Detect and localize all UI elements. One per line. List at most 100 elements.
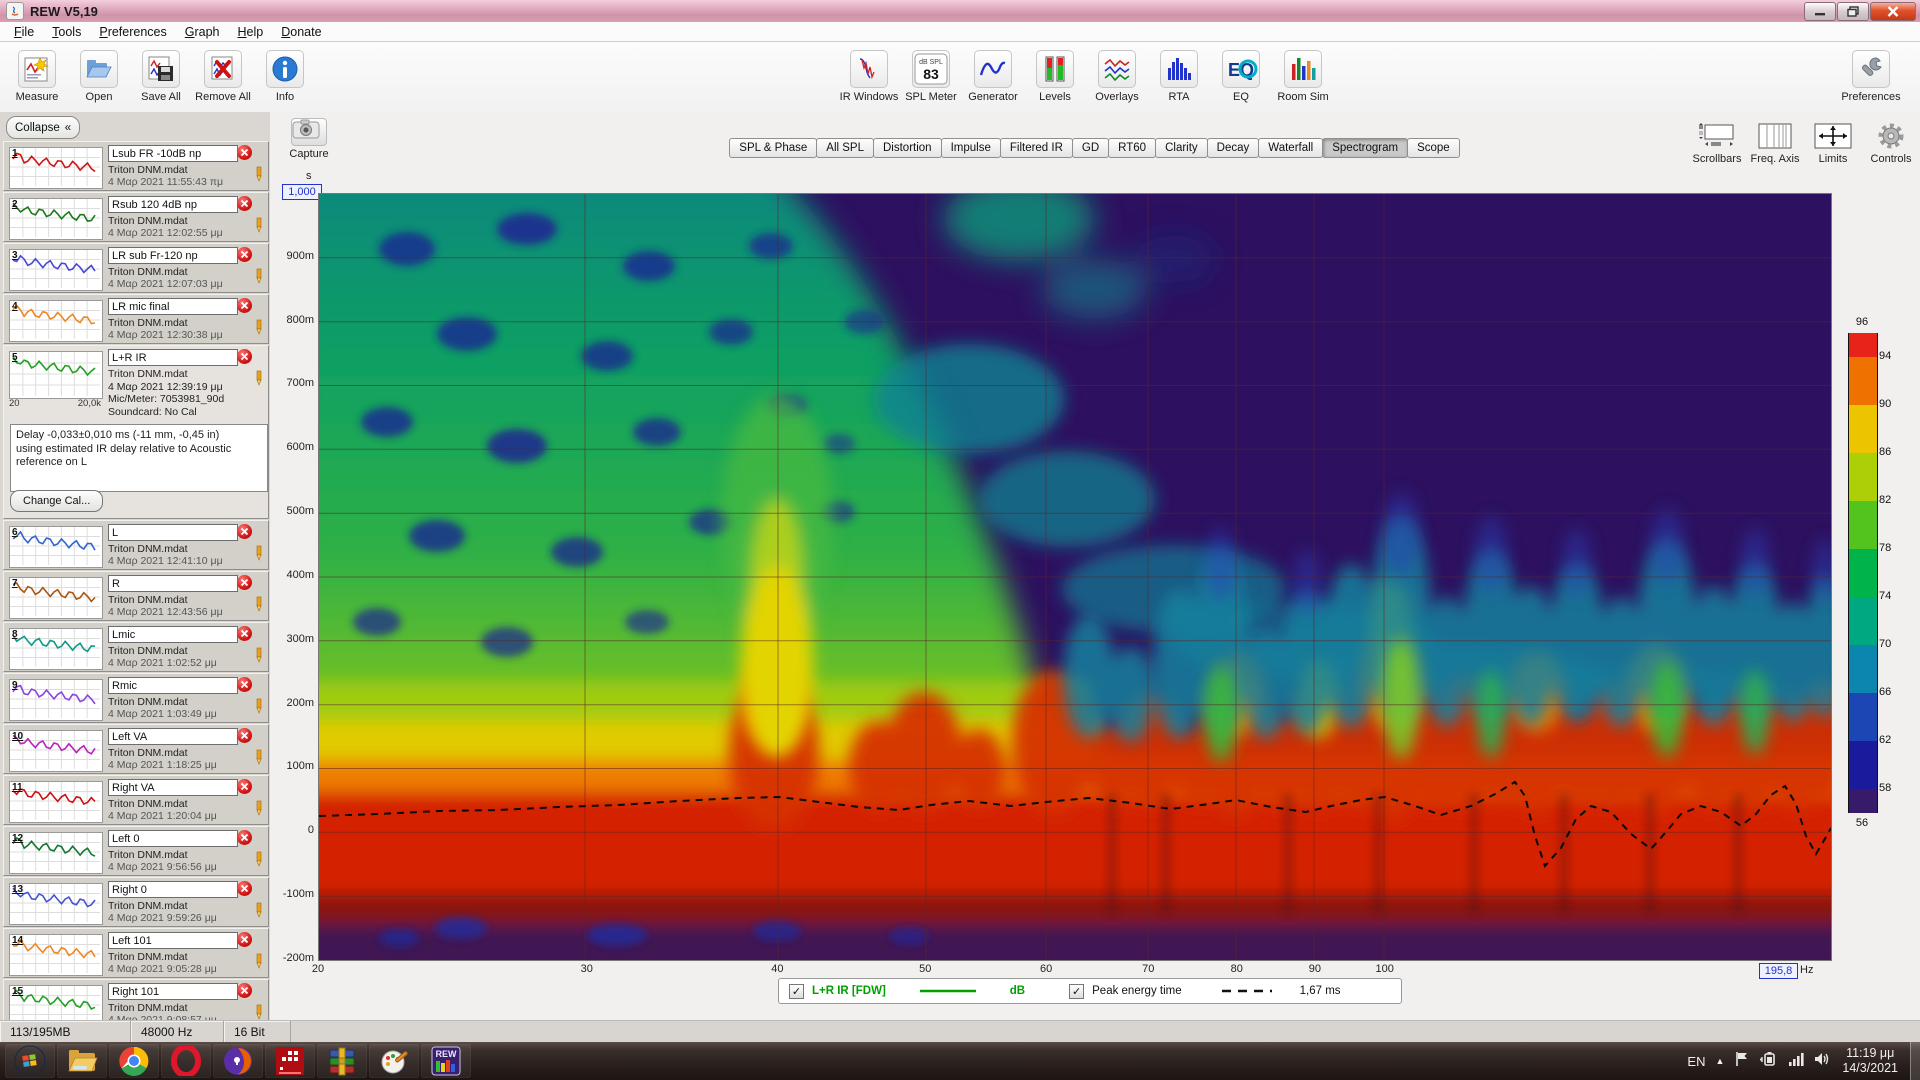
power-icon[interactable] [1760, 1051, 1778, 1071]
tab-spectrogram[interactable]: Spectrogram [1322, 138, 1409, 158]
measurement-thumbnail[interactable]: 3 [9, 249, 103, 291]
toolbar-button-generator[interactable]: Generator [962, 46, 1024, 103]
toolbar-button-preferences[interactable]: Preferences [1840, 46, 1902, 103]
tab-all-spl[interactable]: All SPL [816, 138, 874, 158]
tab-gd[interactable]: GD [1071, 138, 1110, 158]
toolbar-button-open[interactable]: Open [68, 46, 130, 103]
cal-pen-icon[interactable] [254, 800, 264, 821]
tab-spl-phase[interactable]: SPL & Phase [729, 138, 818, 158]
toolbar-button-measure[interactable]: Measure [6, 46, 68, 103]
tray-expand-icon[interactable]: ▲ [1715, 1056, 1724, 1066]
network-signal-icon[interactable] [1788, 1052, 1804, 1071]
measurement-close-button[interactable] [237, 779, 252, 794]
taskbar-app-firefox[interactable] [213, 1044, 263, 1078]
tab-filtered-ir[interactable]: Filtered IR [999, 138, 1073, 158]
measurement-close-button[interactable] [237, 524, 252, 539]
cal-pen-icon[interactable] [254, 370, 264, 391]
cal-pen-icon[interactable] [254, 749, 264, 770]
measurement-close-button[interactable] [237, 626, 252, 641]
measurement-close-button[interactable] [237, 932, 252, 947]
measurement-name-input[interactable]: Right 101 [108, 983, 238, 1000]
measurement-thumbnail[interactable]: 9 [9, 679, 103, 721]
measurement-thumbnail[interactable]: 8 [9, 628, 103, 670]
measurement-thumbnail[interactable]: 4 [9, 300, 103, 342]
series1-checkbox[interactable]: ✓ [789, 983, 804, 999]
close-button[interactable] [1870, 2, 1916, 21]
measurement-close-button[interactable] [237, 830, 252, 845]
measurement-thumbnail[interactable]: 14 [9, 934, 103, 976]
measurement-row-5[interactable]: 5 L+R IR 20 20,0k Triton DNM.mdat 4 Μαρ 2021 … [3, 345, 269, 519]
toolbar-button-overlays[interactable]: Overlays [1086, 46, 1148, 103]
measurement-row-11[interactable]: 11 Right VA Triton DNM.mdat 4 Μαρ 2021 1:20… [3, 775, 269, 825]
cal-pen-icon[interactable] [254, 851, 264, 872]
measurement-thumbnail[interactable]: 1 [9, 147, 103, 189]
measurement-close-button[interactable] [237, 145, 252, 160]
graph-control-scrollbars[interactable]: Scrollbars [1688, 122, 1746, 165]
x-axis-max-box[interactable]: 195,8 [1759, 963, 1798, 979]
toolbar-button-ir-windows[interactable]: IR Windows [838, 46, 900, 103]
menu-item-preferences[interactable]: Preferences [91, 24, 174, 40]
toolbar-button-spl-meter[interactable]: dB SPL 83 SPL Meter [900, 46, 962, 103]
cal-pen-icon[interactable] [254, 217, 264, 238]
volume-icon[interactable] [1814, 1052, 1832, 1071]
tab-waterfall[interactable]: Waterfall [1258, 138, 1324, 158]
measurement-row-4[interactable]: 4 LR mic final Triton DNM.mdat 4 Μαρ 2021 1… [3, 294, 269, 344]
toolbar-button-rta[interactable]: RTA [1148, 46, 1210, 103]
taskbar-app-chrome[interactable] [109, 1044, 159, 1078]
measurement-close-button[interactable] [237, 881, 252, 896]
measurement-notes[interactable]: Delay -0,033±0,010 ms (-11 mm, -0,45 in)… [10, 424, 268, 492]
measurement-close-button[interactable] [237, 196, 252, 211]
measurement-thumbnail[interactable]: 7 [9, 577, 103, 619]
measurement-thumbnail[interactable]: 12 [9, 832, 103, 874]
menu-item-file[interactable]: File [6, 24, 42, 40]
measurement-row-3[interactable]: 3 LR sub Fr-120 np Triton DNM.mdat 4 Μαρ 20… [3, 243, 269, 293]
measurement-thumbnail[interactable]: 6 [9, 526, 103, 568]
measurement-thumbnail[interactable]: 13 [9, 883, 103, 925]
cal-pen-icon[interactable] [254, 166, 264, 187]
measurement-row-1[interactable]: 1 Lsub FR -10dB np Triton DNM.mdat 4 Μαρ 20… [3, 141, 269, 191]
measurement-row-7[interactable]: 7 R Triton DNM.mdat 4 Μαρ 2021 12:43:56 μμ [3, 571, 269, 621]
tab-scope[interactable]: Scope [1407, 138, 1460, 158]
measurement-row-14[interactable]: 14 Left 101 Triton DNM.mdat 4 Μαρ 2021 9:05… [3, 928, 269, 978]
tab-rt60[interactable]: RT60 [1108, 138, 1157, 158]
taskbar-app-rew[interactable]: REW [421, 1044, 471, 1078]
measurement-close-button[interactable] [237, 728, 252, 743]
measurement-thumbnail[interactable]: 10 [9, 730, 103, 772]
measurement-row-8[interactable]: 8 Lmic Triton DNM.mdat 4 Μαρ 2021 1:02:52 μ… [3, 622, 269, 672]
measurement-name-input[interactable]: Lmic [108, 626, 238, 643]
measurement-name-input[interactable]: Lsub FR -10dB np [108, 145, 238, 162]
measurement-close-button[interactable] [237, 983, 252, 998]
menu-item-help[interactable]: Help [230, 24, 272, 40]
cal-pen-icon[interactable] [254, 268, 264, 289]
tab-clarity[interactable]: Clarity [1155, 138, 1208, 158]
taskbar-app-opera[interactable] [161, 1044, 211, 1078]
measurement-close-button[interactable] [237, 677, 252, 692]
toolbar-button-room-sim[interactable]: Room Sim [1272, 46, 1334, 103]
measurement-name-input[interactable]: Left VA [108, 728, 238, 745]
measurement-thumbnail[interactable]: 5 [9, 351, 103, 399]
measurement-name-input[interactable]: Left 101 [108, 932, 238, 949]
toolbar-button-eq[interactable]: EQ EQ [1210, 46, 1272, 103]
toolbar-button-info[interactable]: Info [254, 46, 316, 103]
measurement-close-button[interactable] [237, 247, 252, 262]
series2-checkbox[interactable]: ✓ [1069, 983, 1085, 999]
minimize-button[interactable] [1804, 2, 1836, 21]
taskbar-app-redapp[interactable] [265, 1044, 315, 1078]
measurement-close-button[interactable] [237, 298, 252, 313]
toolbar-button-levels[interactable]: Levels [1024, 46, 1086, 103]
menu-item-donate[interactable]: Donate [273, 24, 329, 40]
spectrogram-plot[interactable] [318, 193, 1832, 961]
tab-decay[interactable]: Decay [1206, 138, 1260, 158]
language-indicator[interactable]: EN [1687, 1054, 1705, 1069]
measurement-row-12[interactable]: 12 Left 0 Triton DNM.mdat 4 Μαρ 2021 9:56:5… [3, 826, 269, 876]
cal-pen-icon[interactable] [254, 953, 264, 974]
cal-pen-icon[interactable] [254, 319, 264, 340]
cal-pen-icon[interactable] [254, 902, 264, 923]
cal-pen-icon[interactable] [254, 698, 264, 719]
measurement-name-input[interactable]: LR sub Fr-120 np [108, 247, 238, 264]
measurement-name-input[interactable]: LR mic final [108, 298, 238, 315]
taskbar-app-explorer[interactable] [57, 1044, 107, 1078]
collapse-button[interactable]: Collapse « [6, 116, 81, 139]
graph-control-freq-axis[interactable]: Freq. Axis [1746, 122, 1804, 165]
tab-impulse[interactable]: Impulse [940, 138, 1001, 158]
